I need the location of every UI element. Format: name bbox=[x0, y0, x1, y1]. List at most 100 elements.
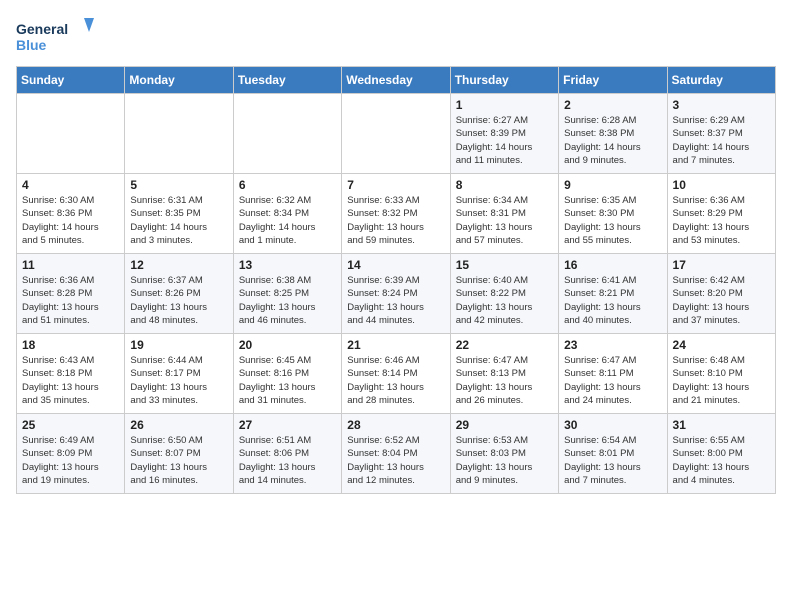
calendar-day-cell: 24 Sunrise: 6:48 AM Sunset: 8:10 PM Dayli… bbox=[667, 334, 775, 414]
weekday-header-saturday: Saturday bbox=[667, 67, 775, 94]
day-info: Sunrise: 6:30 AM Sunset: 8:36 PM Dayligh… bbox=[22, 194, 119, 247]
calendar-day-cell: 27Sunrise: 6:51 AM Sunset: 8:06 PM Dayli… bbox=[233, 414, 341, 494]
day-info: Sunrise: 6:32 AM Sunset: 8:34 PM Dayligh… bbox=[239, 194, 336, 247]
day-info: Sunrise: 6:44 AM Sunset: 8:17 PM Dayligh… bbox=[130, 354, 227, 407]
day-info: Sunrise: 6:36 AM Sunset: 8:28 PM Dayligh… bbox=[22, 274, 119, 327]
day-number: 26 bbox=[130, 418, 227, 432]
day-number: 2 bbox=[564, 98, 661, 112]
calendar-day-cell: 11Sunrise: 6:36 AM Sunset: 8:28 PM Dayli… bbox=[17, 254, 125, 334]
day-number: 18 bbox=[22, 338, 119, 352]
day-number: 30 bbox=[564, 418, 661, 432]
calendar-day-cell: 6 Sunrise: 6:32 AM Sunset: 8:34 PM Daylig… bbox=[233, 174, 341, 254]
calendar-day-cell: 17 Sunrise: 6:42 AM Sunset: 8:20 PM Dayli… bbox=[667, 254, 775, 334]
weekday-header-tuesday: Tuesday bbox=[233, 67, 341, 94]
day-number: 24 bbox=[673, 338, 770, 352]
day-number: 27 bbox=[239, 418, 336, 432]
logo-svg: General Blue bbox=[16, 16, 96, 58]
calendar-week-row: 11Sunrise: 6:36 AM Sunset: 8:28 PM Dayli… bbox=[17, 254, 776, 334]
calendar-day-cell: 16Sunrise: 6:41 AM Sunset: 8:21 PM Dayli… bbox=[559, 254, 667, 334]
calendar-day-cell: 20 Sunrise: 6:45 AM Sunset: 8:16 PM Dayli… bbox=[233, 334, 341, 414]
day-number: 1 bbox=[456, 98, 553, 112]
calendar-day-cell: 9Sunrise: 6:35 AM Sunset: 8:30 PM Daylig… bbox=[559, 174, 667, 254]
logo: General Blue bbox=[16, 16, 96, 58]
day-number: 22 bbox=[456, 338, 553, 352]
day-number: 6 bbox=[239, 178, 336, 192]
calendar-day-cell: 23 Sunrise: 6:47 AM Sunset: 8:11 PM Dayli… bbox=[559, 334, 667, 414]
day-info: Sunrise: 6:35 AM Sunset: 8:30 PM Dayligh… bbox=[564, 194, 661, 247]
day-info: Sunrise: 6:28 AM Sunset: 8:38 PM Dayligh… bbox=[564, 114, 661, 167]
day-number: 7 bbox=[347, 178, 444, 192]
day-number: 23 bbox=[564, 338, 661, 352]
day-info: Sunrise: 6:45 AM Sunset: 8:16 PM Dayligh… bbox=[239, 354, 336, 407]
day-number: 13 bbox=[239, 258, 336, 272]
calendar-day-cell: 7 Sunrise: 6:33 AM Sunset: 8:32 PM Daylig… bbox=[342, 174, 450, 254]
day-info: Sunrise: 6:50 AM Sunset: 8:07 PM Dayligh… bbox=[130, 434, 227, 487]
day-info: Sunrise: 6:38 AM Sunset: 8:25 PM Dayligh… bbox=[239, 274, 336, 327]
calendar-day-cell: 14 Sunrise: 6:39 AM Sunset: 8:24 PM Dayli… bbox=[342, 254, 450, 334]
weekday-header-friday: Friday bbox=[559, 67, 667, 94]
calendar-day-cell: 26 Sunrise: 6:50 AM Sunset: 8:07 PM Dayli… bbox=[125, 414, 233, 494]
empty-cell bbox=[17, 94, 125, 174]
day-info: Sunrise: 6:29 AM Sunset: 8:37 PM Dayligh… bbox=[673, 114, 770, 167]
calendar-table: SundayMondayTuesdayWednesdayThursdayFrid… bbox=[16, 66, 776, 494]
calendar-day-cell: 8Sunrise: 6:34 AM Sunset: 8:31 PM Daylig… bbox=[450, 174, 558, 254]
calendar-day-cell: 19 Sunrise: 6:44 AM Sunset: 8:17 PM Dayli… bbox=[125, 334, 233, 414]
day-info: Sunrise: 6:40 AM Sunset: 8:22 PM Dayligh… bbox=[456, 274, 553, 327]
day-info: Sunrise: 6:33 AM Sunset: 8:32 PM Dayligh… bbox=[347, 194, 444, 247]
day-number: 3 bbox=[673, 98, 770, 112]
weekday-header-thursday: Thursday bbox=[450, 67, 558, 94]
day-info: Sunrise: 6:46 AM Sunset: 8:14 PM Dayligh… bbox=[347, 354, 444, 407]
day-number: 4 bbox=[22, 178, 119, 192]
calendar-day-cell: 3 Sunrise: 6:29 AM Sunset: 8:37 PM Daylig… bbox=[667, 94, 775, 174]
calendar-day-cell: 25 Sunrise: 6:49 AM Sunset: 8:09 PM Dayli… bbox=[17, 414, 125, 494]
empty-cell bbox=[125, 94, 233, 174]
calendar-day-cell: 22 Sunrise: 6:47 AM Sunset: 8:13 PM Dayli… bbox=[450, 334, 558, 414]
calendar-day-cell: 30 Sunrise: 6:54 AM Sunset: 8:01 PM Dayli… bbox=[559, 414, 667, 494]
weekday-header-row: SundayMondayTuesdayWednesdayThursdayFrid… bbox=[17, 67, 776, 94]
empty-cell bbox=[233, 94, 341, 174]
day-info: Sunrise: 6:41 AM Sunset: 8:21 PM Dayligh… bbox=[564, 274, 661, 327]
svg-text:General: General bbox=[16, 21, 68, 37]
calendar-day-cell: 1Sunrise: 6:27 AM Sunset: 8:39 PM Daylig… bbox=[450, 94, 558, 174]
day-number: 5 bbox=[130, 178, 227, 192]
empty-cell bbox=[342, 94, 450, 174]
day-info: Sunrise: 6:42 AM Sunset: 8:20 PM Dayligh… bbox=[673, 274, 770, 327]
calendar-day-cell: 13 Sunrise: 6:38 AM Sunset: 8:25 PM Dayli… bbox=[233, 254, 341, 334]
weekday-header-sunday: Sunday bbox=[17, 67, 125, 94]
calendar-day-cell: 5 Sunrise: 6:31 AM Sunset: 8:35 PM Daylig… bbox=[125, 174, 233, 254]
calendar-day-cell: 10Sunrise: 6:36 AM Sunset: 8:29 PM Dayli… bbox=[667, 174, 775, 254]
calendar-day-cell: 18 Sunrise: 6:43 AM Sunset: 8:18 PM Dayli… bbox=[17, 334, 125, 414]
day-info: Sunrise: 6:37 AM Sunset: 8:26 PM Dayligh… bbox=[130, 274, 227, 327]
day-number: 25 bbox=[22, 418, 119, 432]
day-info: Sunrise: 6:49 AM Sunset: 8:09 PM Dayligh… bbox=[22, 434, 119, 487]
day-info: Sunrise: 6:43 AM Sunset: 8:18 PM Dayligh… bbox=[22, 354, 119, 407]
day-info: Sunrise: 6:53 AM Sunset: 8:03 PM Dayligh… bbox=[456, 434, 553, 487]
day-info: Sunrise: 6:39 AM Sunset: 8:24 PM Dayligh… bbox=[347, 274, 444, 327]
day-info: Sunrise: 6:47 AM Sunset: 8:11 PM Dayligh… bbox=[564, 354, 661, 407]
day-number: 19 bbox=[130, 338, 227, 352]
calendar-day-cell: 21Sunrise: 6:46 AM Sunset: 8:14 PM Dayli… bbox=[342, 334, 450, 414]
calendar-day-cell: 2 Sunrise: 6:28 AM Sunset: 8:38 PM Daylig… bbox=[559, 94, 667, 174]
calendar-day-cell: 29 Sunrise: 6:53 AM Sunset: 8:03 PM Dayli… bbox=[450, 414, 558, 494]
day-number: 10 bbox=[673, 178, 770, 192]
day-number: 29 bbox=[456, 418, 553, 432]
day-info: Sunrise: 6:48 AM Sunset: 8:10 PM Dayligh… bbox=[673, 354, 770, 407]
day-info: Sunrise: 6:52 AM Sunset: 8:04 PM Dayligh… bbox=[347, 434, 444, 487]
calendar-week-row: 1Sunrise: 6:27 AM Sunset: 8:39 PM Daylig… bbox=[17, 94, 776, 174]
day-number: 8 bbox=[456, 178, 553, 192]
day-number: 14 bbox=[347, 258, 444, 272]
calendar-day-cell: 12 Sunrise: 6:37 AM Sunset: 8:26 PM Dayli… bbox=[125, 254, 233, 334]
day-info: Sunrise: 6:47 AM Sunset: 8:13 PM Dayligh… bbox=[456, 354, 553, 407]
weekday-header-monday: Monday bbox=[125, 67, 233, 94]
svg-text:Blue: Blue bbox=[16, 37, 47, 53]
day-info: Sunrise: 6:55 AM Sunset: 8:00 PM Dayligh… bbox=[673, 434, 770, 487]
calendar-week-row: 4 Sunrise: 6:30 AM Sunset: 8:36 PM Daylig… bbox=[17, 174, 776, 254]
day-number: 12 bbox=[130, 258, 227, 272]
day-number: 20 bbox=[239, 338, 336, 352]
day-number: 17 bbox=[673, 258, 770, 272]
calendar-day-cell: 15Sunrise: 6:40 AM Sunset: 8:22 PM Dayli… bbox=[450, 254, 558, 334]
day-info: Sunrise: 6:54 AM Sunset: 8:01 PM Dayligh… bbox=[564, 434, 661, 487]
day-number: 28 bbox=[347, 418, 444, 432]
day-info: Sunrise: 6:31 AM Sunset: 8:35 PM Dayligh… bbox=[130, 194, 227, 247]
calendar-week-row: 25 Sunrise: 6:49 AM Sunset: 8:09 PM Dayli… bbox=[17, 414, 776, 494]
